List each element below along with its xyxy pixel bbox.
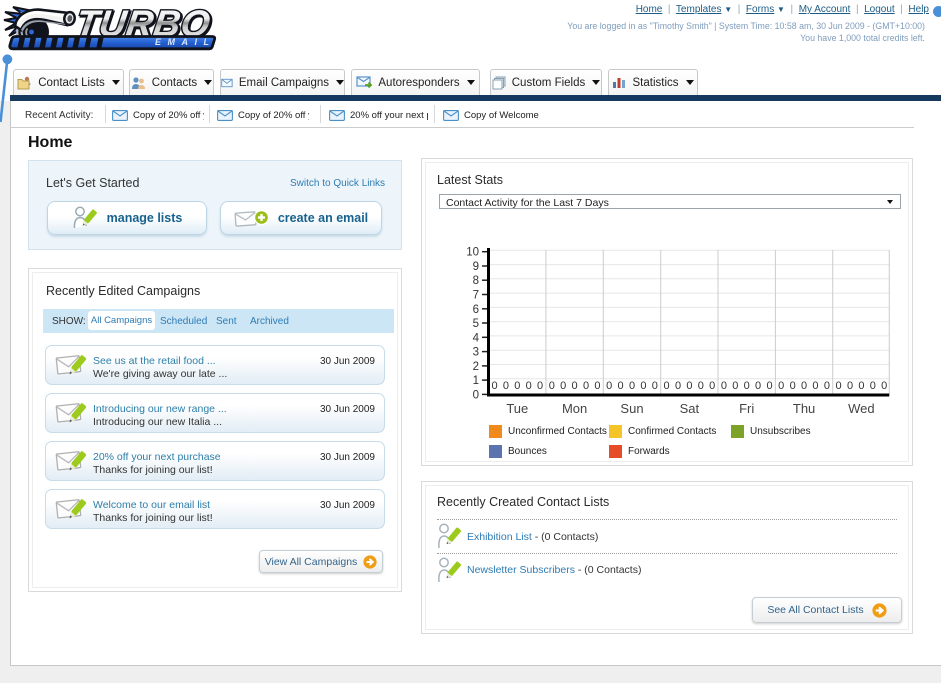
svg-text:0: 0 xyxy=(812,380,818,392)
svg-text:0: 0 xyxy=(744,380,750,392)
svg-text:0: 0 xyxy=(881,380,887,392)
svg-text:Tue: Tue xyxy=(506,401,528,416)
svg-text:0: 0 xyxy=(606,380,612,392)
svg-text:Mon: Mon xyxy=(562,401,587,416)
svg-text:0: 0 xyxy=(766,380,772,392)
svg-text:0: 0 xyxy=(537,380,543,392)
svg-text:0: 0 xyxy=(664,380,670,392)
svg-text:0: 0 xyxy=(583,380,589,392)
svg-text:Sat: Sat xyxy=(680,401,700,416)
svg-text:0: 0 xyxy=(847,380,853,392)
svg-text:0: 0 xyxy=(640,380,646,392)
svg-text:0: 0 xyxy=(858,380,864,392)
svg-text:6: 6 xyxy=(473,304,479,316)
svg-text:0: 0 xyxy=(526,380,532,392)
svg-text:0: 0 xyxy=(686,380,692,392)
svg-text:0: 0 xyxy=(473,389,479,401)
svg-text:0: 0 xyxy=(675,380,681,392)
svg-text:0: 0 xyxy=(618,380,624,392)
svg-text:0: 0 xyxy=(652,380,658,392)
svg-text:0: 0 xyxy=(721,380,727,392)
svg-text:0: 0 xyxy=(778,380,784,392)
svg-text:8: 8 xyxy=(473,275,479,287)
svg-text:5: 5 xyxy=(473,318,479,330)
svg-text:0: 0 xyxy=(801,380,807,392)
svg-text:3: 3 xyxy=(473,347,479,359)
svg-text:0: 0 xyxy=(594,380,600,392)
svg-text:10: 10 xyxy=(466,247,479,259)
svg-text:0: 0 xyxy=(572,380,578,392)
svg-text:9: 9 xyxy=(473,261,479,273)
svg-text:4: 4 xyxy=(473,332,480,344)
svg-text:0: 0 xyxy=(755,380,761,392)
svg-text:2: 2 xyxy=(473,361,479,373)
svg-text:0: 0 xyxy=(698,380,704,392)
svg-text:Fri: Fri xyxy=(739,401,754,416)
svg-text:0: 0 xyxy=(503,380,509,392)
svg-text:0: 0 xyxy=(824,380,830,392)
svg-text:EMAIL: EMAIL xyxy=(155,37,216,47)
svg-text:0: 0 xyxy=(491,380,497,392)
svg-text:0: 0 xyxy=(514,380,520,392)
svg-text:0: 0 xyxy=(732,380,738,392)
svg-text:0: 0 xyxy=(629,380,635,392)
svg-text:Sun: Sun xyxy=(620,401,643,416)
svg-text:0: 0 xyxy=(560,380,566,392)
svg-text:0: 0 xyxy=(549,380,555,392)
svg-text:0: 0 xyxy=(870,380,876,392)
svg-text:0: 0 xyxy=(790,380,796,392)
svg-text:0: 0 xyxy=(709,380,715,392)
svg-text:Wed: Wed xyxy=(848,401,875,416)
svg-text:7: 7 xyxy=(473,290,479,302)
svg-text:1: 1 xyxy=(473,375,479,387)
svg-text:Thu: Thu xyxy=(793,401,815,416)
svg-text:0: 0 xyxy=(836,380,842,392)
